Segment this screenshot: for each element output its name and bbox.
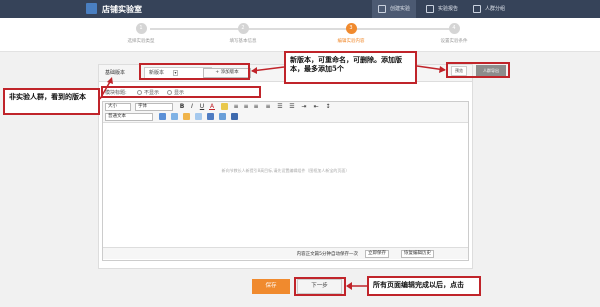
italic-icon[interactable]: I xyxy=(189,104,195,110)
nav-item-label: 人群分组 xyxy=(485,6,506,12)
table-icon[interactable] xyxy=(183,113,190,120)
nav-item-create-experiment[interactable]: 创建实验 xyxy=(372,0,417,18)
annotation-new-version: 新版本，可重命名，可删除。添加版本，最多添加5个 xyxy=(284,51,417,84)
nav-item-label: 实验报告 xyxy=(438,6,459,12)
tab-base-version[interactable]: 基础版本 xyxy=(105,69,125,76)
editor-toolbar-row-2: 普通文本 xyxy=(103,112,468,123)
nav-item-crowd-group[interactable]: 人群分组 xyxy=(467,0,511,18)
report-icon xyxy=(426,5,434,13)
font-color-icon[interactable]: A xyxy=(209,104,215,110)
editor-placeholder: 新向节教长人新提引8高目标,请先设置编辑组件（图框加人新宝的页面） xyxy=(221,168,350,173)
line-height-icon[interactable]: ↕ xyxy=(325,104,331,110)
highlight-next-button xyxy=(294,277,346,296)
top-nav-bar: 店铺实验室 创建实验 实验报告 人群分组 xyxy=(0,0,600,18)
restore-history-button[interactable]: 恢复编辑历史 xyxy=(401,250,434,258)
bold-icon[interactable]: B xyxy=(179,104,185,110)
emoji-icon[interactable] xyxy=(207,113,214,120)
step-dot: 4 xyxy=(448,23,460,34)
pencil-icon xyxy=(378,5,386,13)
video-icon[interactable] xyxy=(195,113,202,120)
highlight-side-buttons xyxy=(446,62,510,78)
save-draft-button[interactable]: 立即保存 xyxy=(365,250,389,258)
nav-item-label: 创建实验 xyxy=(390,6,411,12)
app-title: 店铺实验室 xyxy=(102,5,142,14)
step-dot: 3 xyxy=(345,23,357,34)
align-justify-icon[interactable]: ≡ xyxy=(265,104,271,110)
code-icon[interactable] xyxy=(231,113,238,120)
paragraph-format-select[interactable]: 普通文本 xyxy=(105,113,153,121)
font-size-select[interactable]: 大小 xyxy=(105,103,131,111)
rich-text-editor[interactable]: 大小 字体 B I U A ≡ ≡ ≡ ≡ ☰ ☰ ⇥ ⇤ ↕ 普通文本 新向节… xyxy=(102,101,469,261)
step-progress: 1 选择实验类型 2 填写基本信息 3 编辑实验内容 4 设置实验条件 xyxy=(0,18,600,52)
step-label: 填写基本信息 xyxy=(229,39,257,44)
nav-item-experiment-report[interactable]: 实验报告 xyxy=(420,0,464,18)
group-icon xyxy=(473,5,481,13)
image-icon[interactable] xyxy=(159,113,166,120)
step-4: 4 设置实验条件 xyxy=(409,23,499,44)
step-line xyxy=(150,28,450,30)
align-right-icon[interactable]: ≡ xyxy=(253,104,259,110)
step-label: 选择实验类型 xyxy=(127,39,155,44)
outdent-icon[interactable]: ⇤ xyxy=(313,104,319,110)
attachment-icon[interactable] xyxy=(219,113,226,120)
logo-icon xyxy=(86,3,97,14)
link-icon[interactable] xyxy=(171,113,178,120)
list-icon[interactable]: ☰ xyxy=(277,104,283,110)
highlight-version-tabs xyxy=(139,63,250,80)
align-center-icon[interactable]: ≡ xyxy=(243,104,249,110)
step-dot: 2 xyxy=(237,23,249,34)
autosave-text: 内容正文篇5分钟自动保存一次 xyxy=(296,252,358,257)
arrow-head xyxy=(346,282,352,290)
indent-icon[interactable]: ⇥ xyxy=(301,104,307,110)
step-3: 3 编辑实验内容 xyxy=(306,23,396,44)
step-label: 编辑实验内容 xyxy=(337,39,365,44)
editor-status-bar: 内容正文篇5分钟自动保存一次 立即保存 恢复编辑历史 xyxy=(103,247,468,259)
align-left-icon[interactable]: ≡ xyxy=(233,104,239,110)
step-2: 2 填写基本信息 xyxy=(198,23,288,44)
font-family-select[interactable]: 字体 xyxy=(135,103,173,111)
step-1: 1 选择实验类型 xyxy=(96,23,186,44)
step-label: 设置实验条件 xyxy=(440,39,468,44)
highlight-module-title xyxy=(101,86,261,98)
underline-icon[interactable]: U xyxy=(199,104,205,110)
save-button[interactable]: 保存 xyxy=(252,279,290,294)
highlight-color-icon[interactable] xyxy=(221,103,228,110)
annotation-finish-editing: 所有页面编辑完成以后，点击 xyxy=(367,276,481,296)
annotation-non-experiment-crowd: 非实验人群，看到的版本 xyxy=(3,88,100,115)
editor-toolbar-row-1: 大小 字体 B I U A ≡ ≡ ≡ ≡ ☰ ☰ ⇥ ⇤ ↕ xyxy=(103,102,468,112)
ordered-list-icon[interactable]: ☰ xyxy=(289,104,295,110)
step-dot: 1 xyxy=(135,23,147,34)
